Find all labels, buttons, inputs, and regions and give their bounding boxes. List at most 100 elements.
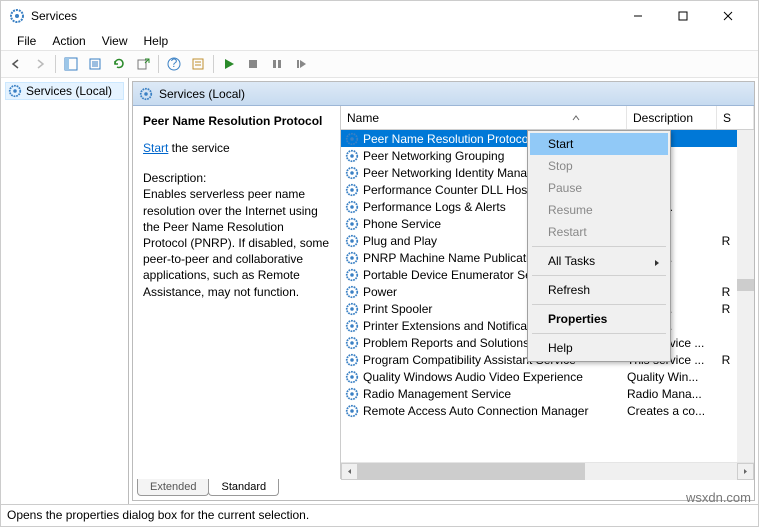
service-status: R [717,353,735,367]
main-content: Peer Name Resolution Protocol Start the … [133,106,754,479]
separator [532,275,666,276]
detail-desc-text: Enables serverless peer name resolution … [143,186,330,299]
gear-icon [345,370,359,384]
col-name[interactable]: Name [341,106,627,129]
services-icon [9,8,25,24]
service-name: Quality Windows Audio Video Experience [363,370,627,384]
gear-icon [345,319,359,333]
gear-icon [345,336,359,350]
gear-icon [345,404,359,418]
gear-icon [345,183,359,197]
ctx-help[interactable]: Help [530,337,668,359]
refresh-button[interactable] [108,53,130,75]
minimize-button[interactable] [615,1,660,31]
detail-desc-label: Description: [143,170,330,186]
show-hide-tree-button[interactable] [60,53,82,75]
tab-standard[interactable]: Standard [208,479,279,496]
gear-icon [345,234,359,248]
list-pane: Name Description S Peer Name Resolution … [341,106,754,479]
detail-action: Start the service [143,140,330,156]
sort-asc-icon [572,114,580,122]
gear-icon [8,84,22,98]
ctx-properties[interactable]: Properties [530,308,668,330]
service-desc: Quality Win... [627,370,717,384]
service-desc: Radio Mana... [627,387,717,401]
context-menu: Start Stop Pause Resume Restart All Task… [527,130,671,362]
forward-button[interactable] [29,53,51,75]
service-row[interactable]: Radio Management ServiceRadio Mana... [341,385,754,402]
scroll-thumb[interactable] [737,279,754,291]
export-button[interactable] [132,53,154,75]
gear-icon [139,87,153,101]
ctx-stop: Stop [530,155,668,177]
detail-title: Peer Name Resolution Protocol [143,114,330,128]
scroll-right-button[interactable] [737,463,754,480]
start-link[interactable]: Start [143,141,168,155]
menu-action[interactable]: Action [44,32,93,50]
close-button[interactable] [705,1,750,31]
col-status[interactable]: S [717,106,754,129]
service-status: R [717,302,735,316]
separator [532,304,666,305]
back-button[interactable] [5,53,27,75]
gear-icon [345,149,359,163]
detail-pane: Peer Name Resolution Protocol Start the … [133,106,341,479]
col-description[interactable]: Description [627,106,717,129]
gear-icon [345,166,359,180]
service-row[interactable]: Quality Windows Audio Video ExperienceQu… [341,368,754,385]
service-desc: Creates a co... [627,404,717,418]
ctx-all-tasks[interactable]: All Tasks [530,250,668,272]
properties-button[interactable] [187,53,209,75]
gear-icon [345,285,359,299]
service-status: R [717,285,735,299]
gear-icon [345,353,359,367]
scroll-thumb[interactable] [358,463,585,480]
body: Services (Local) Services (Local) Peer N… [1,78,758,504]
start-service-button[interactable] [218,53,240,75]
gear-icon [345,217,359,231]
scroll-left-button[interactable] [341,463,358,480]
separator [532,246,666,247]
menu-file[interactable]: File [9,32,44,50]
restart-service-button[interactable] [290,53,312,75]
toolbar: ? [1,50,758,78]
service-row[interactable]: Remote Access Auto Connection ManagerCre… [341,402,754,419]
horizontal-scrollbar[interactable] [341,462,754,479]
ctx-refresh[interactable]: Refresh [530,279,668,301]
pause-service-button[interactable] [266,53,288,75]
service-name: Radio Management Service [363,387,627,401]
menu-help[interactable]: Help [136,32,177,50]
watermark: wsxdn.com [686,490,751,505]
ctx-restart: Restart [530,221,668,243]
window-title: Services [31,9,615,23]
help-button[interactable]: ? [163,53,185,75]
status-bar: Opens the properties dialog box for the … [1,504,758,526]
separator [532,333,666,334]
ctx-resume: Resume [530,199,668,221]
vertical-scrollbar[interactable] [737,130,754,462]
menu-bar: File Action View Help [1,31,758,50]
gear-icon [345,251,359,265]
stop-service-button[interactable] [242,53,264,75]
chevron-right-icon [654,256,660,270]
main-header: Services (Local) [133,82,754,106]
scroll-track[interactable] [358,463,737,480]
list-body[interactable]: Peer Name Resolution Protocols serv...Pe… [341,130,754,462]
nav-services-local[interactable]: Services (Local) [5,82,124,100]
main-header-title: Services (Local) [159,87,245,101]
main-pane: Services (Local) Peer Name Resolution Pr… [132,81,755,501]
tab-extended[interactable]: Extended [137,479,209,496]
nav-pane: Services (Local) [1,78,129,504]
menu-view[interactable]: View [94,32,136,50]
gear-icon [345,387,359,401]
maximize-button[interactable] [660,1,705,31]
nav-label: Services (Local) [26,84,112,98]
gear-icon [345,268,359,282]
gear-icon [345,302,359,316]
svg-text:?: ? [171,57,178,70]
ctx-pause: Pause [530,177,668,199]
export-list-button[interactable] [84,53,106,75]
service-name: Remote Access Auto Connection Manager [363,404,627,418]
ctx-start[interactable]: Start [530,133,668,155]
view-tabs: Extended Standard [133,479,754,500]
